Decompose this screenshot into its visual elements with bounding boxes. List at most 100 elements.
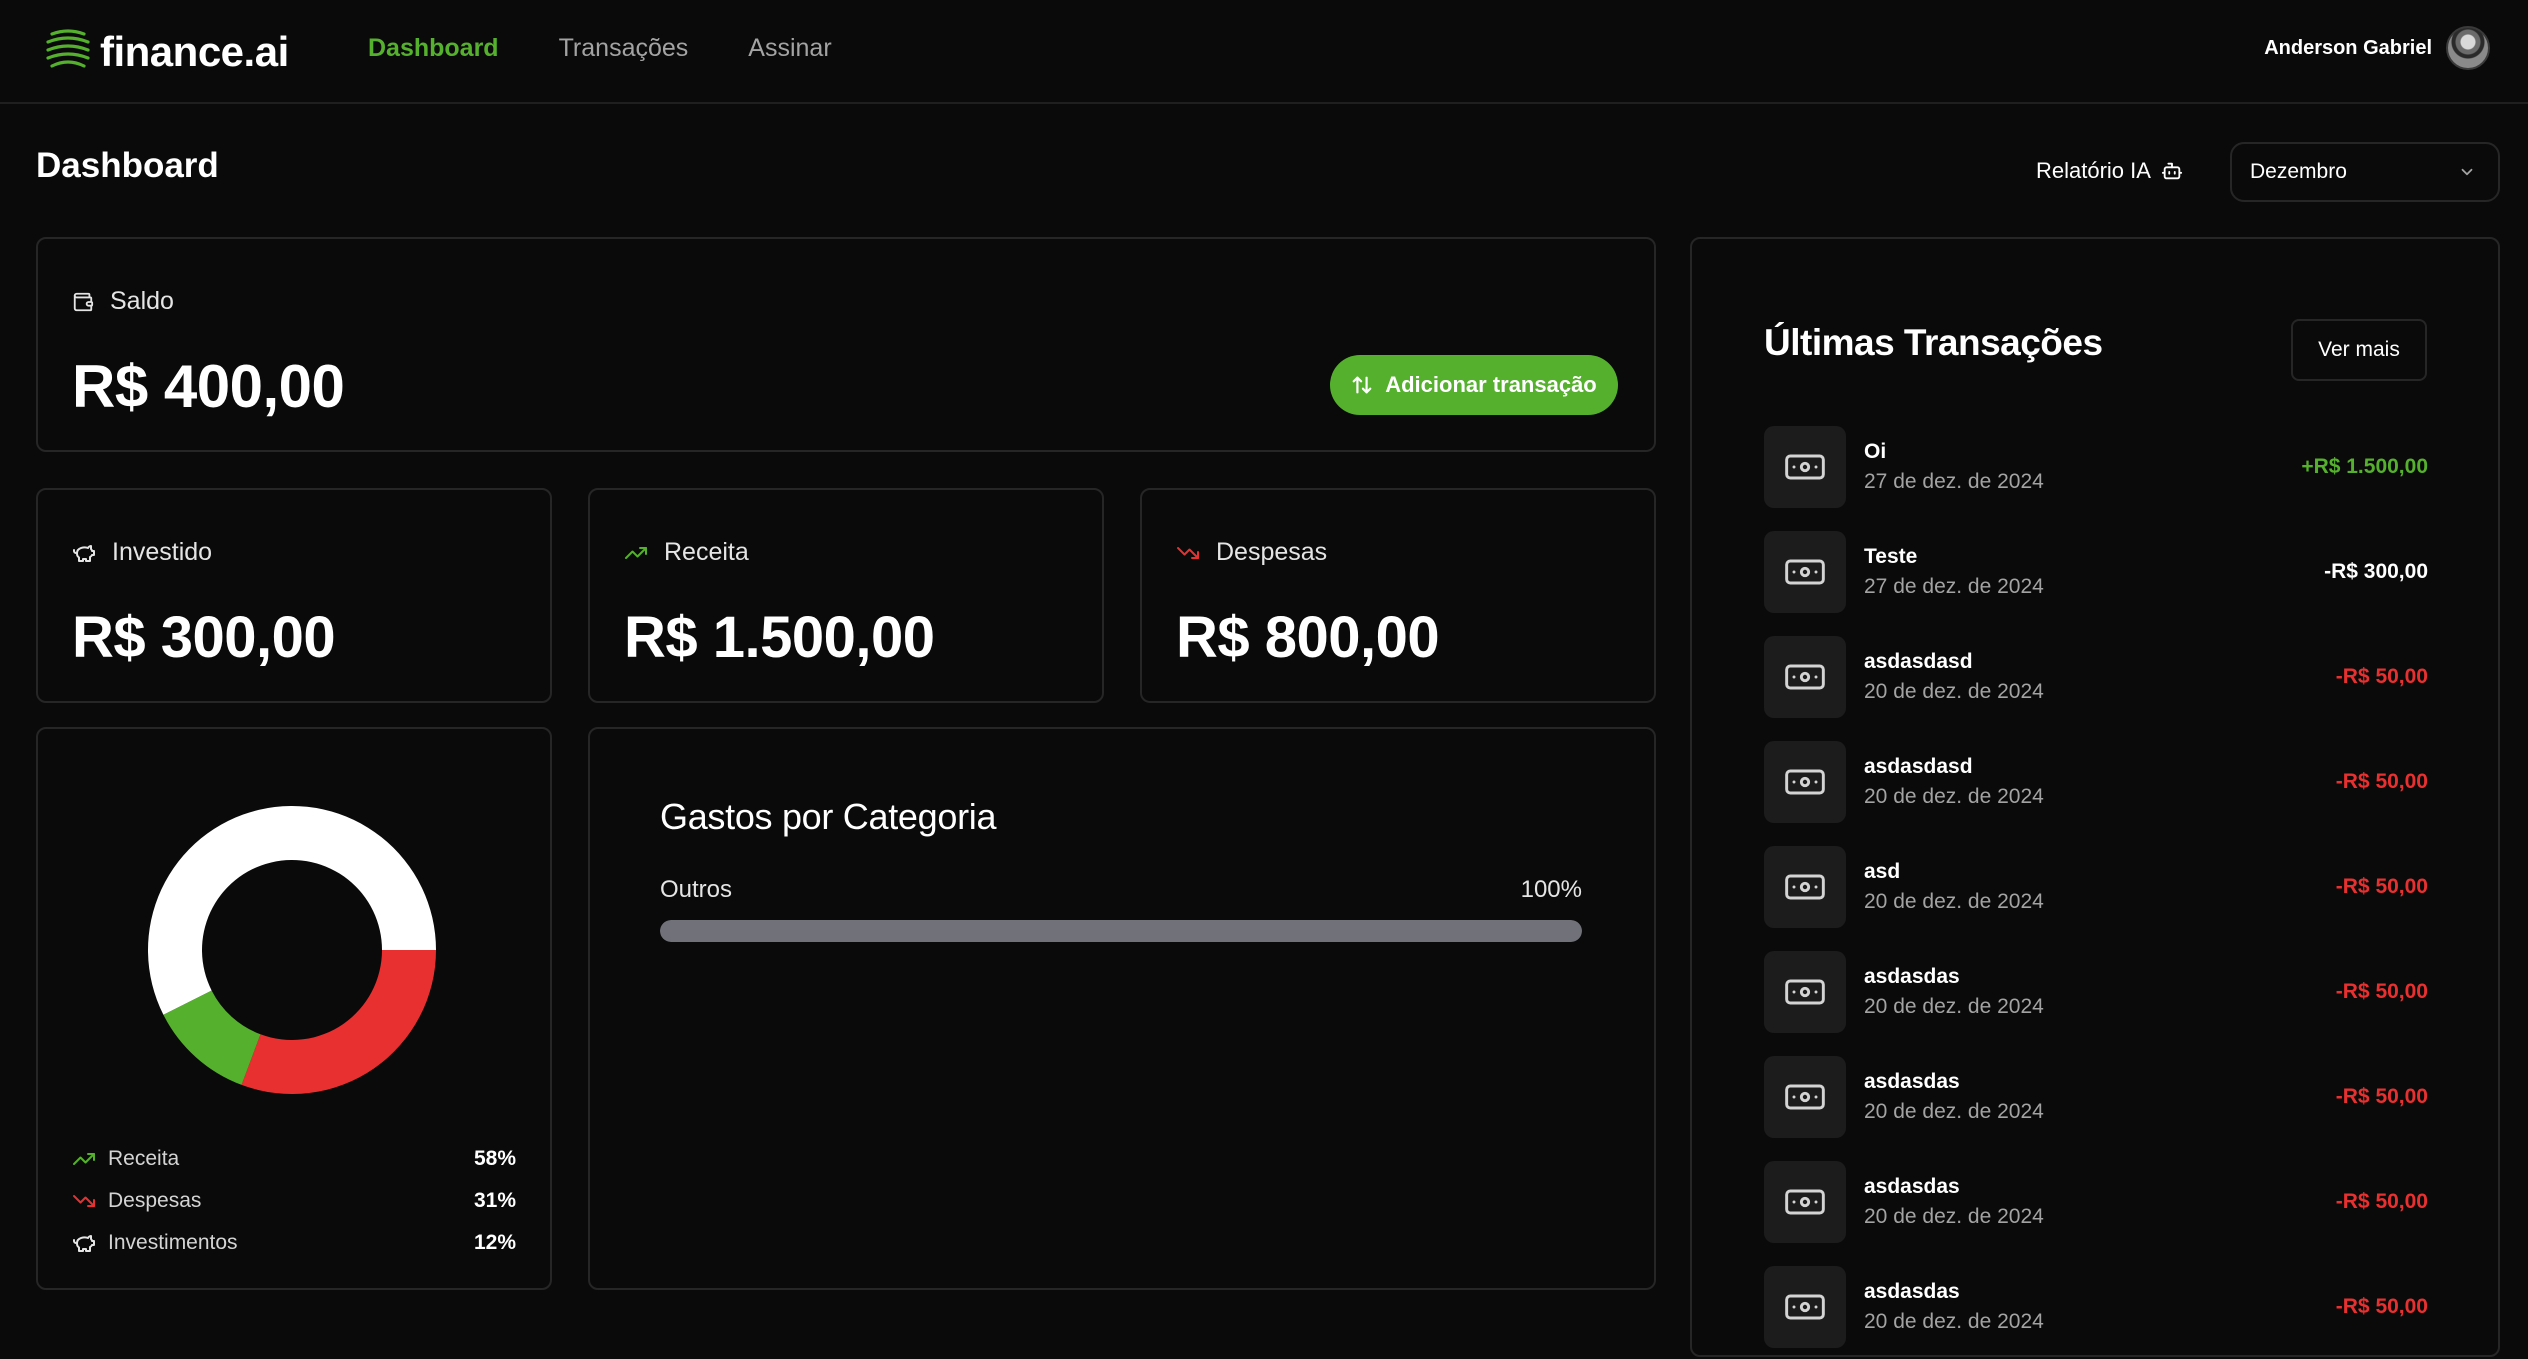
transaction-row[interactable]: asdasdas 20 de dez. de 2024 -R$ 50,00 (1764, 1149, 2428, 1254)
add-transaction-button[interactable]: Adicionar transação (1330, 355, 1618, 415)
legend-label: Investimentos (108, 1231, 238, 1254)
transaction-date: 20 de dez. de 2024 (1864, 1099, 2044, 1123)
transaction-date: 20 de dez. de 2024 (1864, 784, 2044, 808)
transaction-date: 20 de dez. de 2024 (1864, 679, 2044, 703)
transaction-name: Teste (1864, 544, 1918, 568)
ai-report-button[interactable]: Relatório IA (2036, 158, 2183, 184)
transaction-amount: -R$ 50,00 (2335, 1294, 2428, 1318)
transaction-amount: -R$ 50,00 (2335, 1189, 2428, 1213)
legend-pct: 58% (473, 1147, 516, 1170)
logo-icon (46, 26, 90, 77)
transaction-text: asd 20 de dez. de 2024 (1864, 860, 2044, 914)
piggy-bank-icon (72, 1231, 108, 1255)
transaction-date: 27 de dez. de 2024 (1864, 574, 2044, 598)
trending-up-icon (72, 1147, 108, 1171)
top-navbar: finance.ai Dashboard Transações Assinar … (0, 0, 2528, 104)
nav-dashboard[interactable]: Dashboard (368, 34, 499, 63)
trending-up-icon (624, 541, 648, 565)
transaction-text: asdasdas 20 de dez. de 2024 (1864, 1280, 2044, 1334)
transaction-text: Oi 27 de dez. de 2024 (1864, 440, 2044, 494)
transaction-row[interactable]: asdasdas 20 de dez. de 2024 -R$ 50,00 (1764, 1254, 2428, 1359)
transaction-name: asdasdas (1864, 1279, 1960, 1303)
bot-icon (2161, 162, 2183, 180)
transaction-row[interactable]: asd 20 de dez. de 2024 -R$ 50,00 (1764, 834, 2428, 939)
transaction-amount: -R$ 50,00 (2335, 1084, 2428, 1108)
transaction-row[interactable]: Teste 27 de dez. de 2024 -R$ 300,00 (1764, 519, 2428, 624)
legend-item-receita: Receita 58% (72, 1138, 516, 1180)
wallet-icon (72, 291, 94, 313)
chevron-down-icon (2461, 168, 2473, 176)
avatar[interactable] (2446, 26, 2490, 70)
transaction-name: asdasdasd (1864, 754, 1973, 778)
transaction-text: asdasdas 20 de dez. de 2024 (1864, 965, 2044, 1019)
page-title: Dashboard (36, 146, 219, 185)
transaction-row[interactable]: asdasdas 20 de dez. de 2024 -R$ 50,00 (1764, 1044, 2428, 1149)
invested-label: Investido (72, 538, 212, 567)
view-more-button[interactable]: Ver mais (2291, 319, 2427, 381)
app-logo[interactable]: finance.ai (46, 26, 289, 77)
month-select[interactable]: Dezembro (2230, 142, 2500, 202)
transaction-text: Teste 27 de dez. de 2024 (1864, 545, 2044, 599)
categories-title: Gastos por Categoria (660, 796, 997, 837)
transaction-text: asdasdas 20 de dez. de 2024 (1864, 1070, 2044, 1124)
transaction-row[interactable]: Oi 27 de dez. de 2024 +R$ 1.500,00 (1764, 414, 2428, 519)
transaction-amount: -R$ 50,00 (2335, 664, 2428, 688)
donut-legend: Receita 58% Despesas 31% Investimentos 1… (72, 1138, 516, 1264)
invested-label-text: Investido (112, 538, 213, 566)
balance-label: Saldo (72, 287, 174, 316)
legend-label: Receita (108, 1147, 180, 1170)
balance-label-text: Saldo (110, 287, 174, 315)
expenses-value: R$ 800,00 (1176, 605, 1440, 670)
banknote-icon (1764, 1055, 1846, 1138)
income-label-text: Receita (664, 538, 749, 566)
income-label: Receita (624, 538, 749, 567)
transaction-date: 20 de dez. de 2024 (1864, 889, 2044, 913)
transaction-row[interactable]: asdasdasd 20 de dez. de 2024 -R$ 50,00 (1764, 729, 2428, 834)
transaction-date: 20 de dez. de 2024 (1864, 1204, 2044, 1228)
expenses-label-text: Despesas (1216, 538, 1328, 566)
transaction-row[interactable]: asdasdasd 20 de dez. de 2024 -R$ 50,00 (1764, 624, 2428, 729)
banknote-icon (1764, 740, 1846, 823)
legend-pct: 12% (473, 1231, 516, 1254)
main-nav: Dashboard Transações Assinar (368, 34, 892, 63)
transaction-name: asdasdas (1864, 1069, 1960, 1093)
trending-down-icon (72, 1189, 108, 1213)
nav-transacoes[interactable]: Transações (559, 34, 689, 63)
transaction-amount: -R$ 300,00 (2324, 559, 2428, 583)
expenses-label: Despesas (1176, 538, 1327, 567)
transaction-name: asdasdas (1864, 1174, 1960, 1198)
banknote-icon (1764, 635, 1846, 718)
transaction-text: asdasdasd 20 de dez. de 2024 (1864, 755, 2044, 809)
month-select-value: Dezembro (2250, 160, 2347, 183)
user-menu[interactable]: Anderson Gabriel (2264, 26, 2490, 70)
category-name: Outros (660, 876, 733, 903)
app-name: finance.ai (100, 27, 289, 75)
nav-assinar[interactable]: Assinar (748, 34, 831, 63)
transaction-amount: +R$ 1.500,00 (2301, 454, 2428, 478)
transaction-amount: -R$ 50,00 (2335, 874, 2428, 898)
transaction-name: Oi (1864, 439, 1887, 463)
legend-item-despesas: Despesas 31% (72, 1180, 516, 1222)
category-pct: 100% (1520, 876, 1582, 903)
transactions-list: Oi 27 de dez. de 2024 +R$ 1.500,00 Teste 27 … (1764, 414, 2428, 1359)
donut-slice-despesas (241, 950, 437, 1094)
ai-report-label: Relatório IA (2036, 158, 2151, 183)
transaction-amount: -R$ 50,00 (2335, 769, 2428, 793)
banknote-icon (1764, 950, 1846, 1033)
donut-chart (147, 806, 437, 1094)
transaction-date: 27 de dez. de 2024 (1864, 469, 2044, 493)
arrow-up-down-icon (1352, 376, 1372, 394)
category-progress-fill (660, 920, 1582, 942)
banknote-icon (1764, 1265, 1846, 1348)
transaction-amount: -R$ 50,00 (2335, 979, 2428, 1003)
transaction-row[interactable]: asdasdas 20 de dez. de 2024 -R$ 50,00 (1764, 939, 2428, 1044)
legend-item-investimentos: Investimentos 12% (72, 1222, 516, 1264)
transaction-text: asdasdas 20 de dez. de 2024 (1864, 1175, 2044, 1229)
income-value: R$ 1.500,00 (624, 605, 935, 670)
banknote-icon (1764, 530, 1846, 613)
transaction-date: 20 de dez. de 2024 (1864, 994, 2044, 1018)
user-name: Anderson Gabriel (2264, 36, 2432, 59)
piggy-bank-icon (72, 541, 96, 565)
banknote-icon (1764, 1160, 1846, 1243)
legend-label: Despesas (108, 1189, 202, 1212)
